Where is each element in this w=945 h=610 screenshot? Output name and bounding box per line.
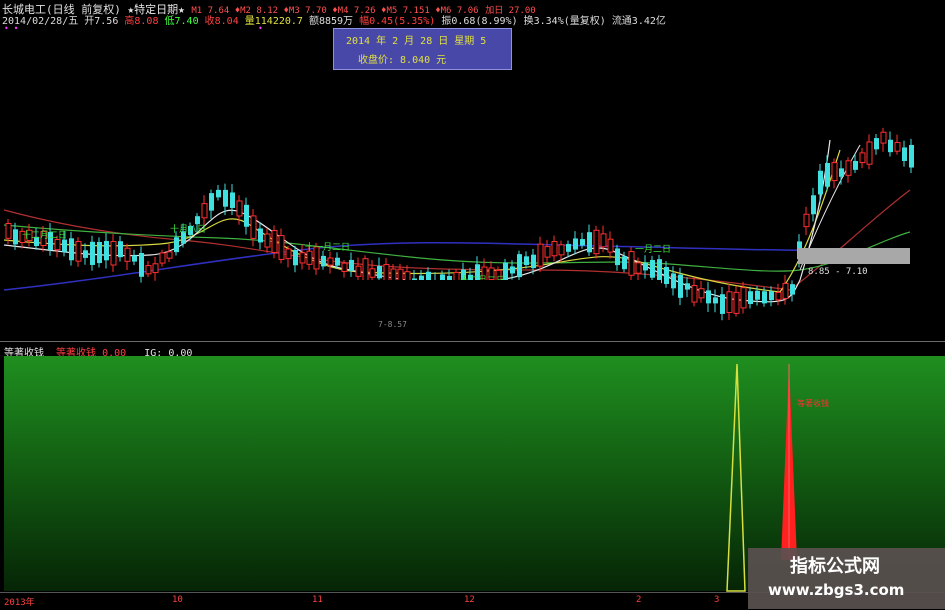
axis-label: 11 xyxy=(312,595,323,605)
axis-label: 2013年 xyxy=(4,598,35,608)
signal-label: 等著收钱 xyxy=(797,398,829,408)
watermark-url: www.zbgs3.com xyxy=(768,581,905,599)
axis-label: 12 xyxy=(464,595,475,605)
axis-label: 2 xyxy=(636,595,642,605)
yellow-spike xyxy=(726,363,746,592)
axis-label: 10 xyxy=(172,595,183,605)
watermark-title: 指标公式网 xyxy=(790,556,880,577)
axis-label: 3 xyxy=(714,595,720,605)
indicator-signals: 等著收钱 xyxy=(726,363,829,592)
